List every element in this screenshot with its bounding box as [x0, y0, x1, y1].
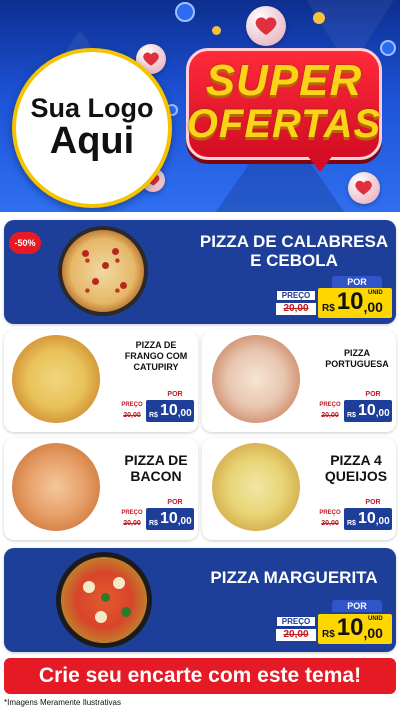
price-por-label: POR — [358, 498, 388, 507]
product-name: PIZZA MARGUERITA — [210, 568, 378, 587]
pizza-image — [12, 443, 100, 531]
cta-button[interactable]: Crie seu encarte com este tema! — [4, 658, 396, 694]
price-cents: ,00 — [363, 625, 383, 641]
old-price: 20,00 — [276, 303, 316, 315]
price-integer: 10 — [336, 288, 364, 315]
price-cents: ,00 — [177, 408, 192, 419]
price-integer: 10 — [159, 510, 178, 527]
product-name: PIZZA DE FRANGO COM CATUPIRY — [124, 340, 188, 372]
product-name: PIZZA DE BACON — [124, 452, 188, 484]
unit-label: UNID — [368, 616, 383, 622]
super-ofertas-badge: SUPER OFERTAS — [186, 48, 382, 172]
logo-placeholder: Sua Logo Aqui — [12, 48, 172, 208]
badge-title: SUPER — [205, 56, 363, 105]
discount-badge: -50% — [9, 232, 41, 254]
product-card-bacon[interactable]: PIZZA DE BACON POR PREÇO 20,00 R$ 10 ,00 — [4, 438, 198, 540]
currency-symbol: R$ — [322, 303, 335, 314]
product-card-4-queijos[interactable]: PIZZA 4 QUEIJOS POR PREÇO 20,00 R$ 10 ,0… — [202, 438, 396, 540]
unit-label: UNID — [368, 290, 383, 296]
old-price: 20,00 — [118, 519, 146, 529]
header-banner: Sua Logo Aqui SUPER OFERTAS — [0, 0, 400, 212]
old-price: 20,00 — [276, 629, 316, 641]
emoji-icon — [313, 12, 325, 24]
price-label: PREÇO — [276, 616, 316, 627]
price-integer: 10 — [159, 402, 178, 419]
product-name: PIZZA 4 QUEIJOS — [324, 452, 388, 484]
currency-symbol: R$ — [347, 412, 356, 419]
badge-subtitle: OFERTAS — [186, 102, 382, 146]
price-por-label: POR — [160, 498, 190, 507]
heart-icon — [246, 6, 286, 46]
price-por-label: POR — [160, 390, 190, 399]
currency-symbol: R$ — [149, 412, 158, 419]
price-integer: 10 — [357, 510, 376, 527]
currency-symbol: R$ — [149, 520, 158, 527]
product-card-calabresa[interactable]: PIZZA DE CALABRESA E CEBOLA POR PREÇO 20… — [4, 220, 396, 324]
emoji-icon — [212, 26, 221, 35]
price-por-label: POR — [332, 600, 382, 612]
current-price: R$ 10 ,00 — [344, 400, 392, 422]
price-integer: 10 — [357, 402, 376, 419]
price-cents: ,00 — [375, 516, 390, 527]
currency-symbol: R$ — [322, 629, 335, 640]
product-name: PIZZA DE CALABRESA E CEBOLA — [199, 232, 389, 270]
old-price: 20,00 — [316, 519, 344, 529]
currency-symbol: R$ — [347, 520, 356, 527]
price-por-label: POR — [332, 276, 382, 288]
price-cents: ,00 — [375, 408, 390, 419]
price-label: PREÇO — [118, 509, 146, 518]
badge-tail — [306, 154, 334, 172]
product-card-marguerita[interactable]: PIZZA MARGUERITA POR PREÇO 20,00 R$ 10 ,… — [4, 548, 396, 652]
current-price: R$ 10 ,00 — [344, 508, 392, 530]
price-label: PREÇO — [118, 401, 146, 410]
price-label: PREÇO — [276, 290, 316, 301]
price-integer: 10 — [336, 614, 364, 641]
current-price: R$ 10 ,00 — [146, 400, 194, 422]
product-card-frango[interactable]: PIZZA DE FRANGO COM CATUPIRY POR PREÇO 2… — [4, 330, 198, 432]
pizza-image — [212, 443, 300, 531]
price-label: PREÇO — [316, 401, 344, 410]
like-icon — [380, 40, 396, 56]
pizza-image — [12, 335, 100, 423]
old-price: 20,00 — [316, 411, 344, 421]
like-icon — [175, 2, 195, 22]
disclaimer-note: *Imagens Meramente Ilustrativas — [4, 698, 121, 707]
pizza-image — [56, 552, 152, 648]
pizza-image — [58, 226, 148, 316]
heart-icon — [348, 172, 380, 204]
old-price: 20,00 — [118, 411, 146, 421]
price-por-label: POR — [358, 390, 388, 399]
logo-text-line1: Sua Logo — [30, 92, 154, 123]
pizza-image — [212, 335, 300, 423]
product-name: PIZZA PORTUGUESA — [325, 348, 389, 369]
price-cents: ,00 — [363, 299, 383, 315]
price-label: PREÇO — [316, 509, 344, 518]
product-card-portuguesa[interactable]: PIZZA PORTUGUESA POR PREÇO 20,00 R$ 10 ,… — [202, 330, 396, 432]
logo-text-line2: Aqui — [49, 120, 135, 163]
price-cents: ,00 — [177, 516, 192, 527]
current-price: R$ 10 ,00 — [146, 508, 194, 530]
